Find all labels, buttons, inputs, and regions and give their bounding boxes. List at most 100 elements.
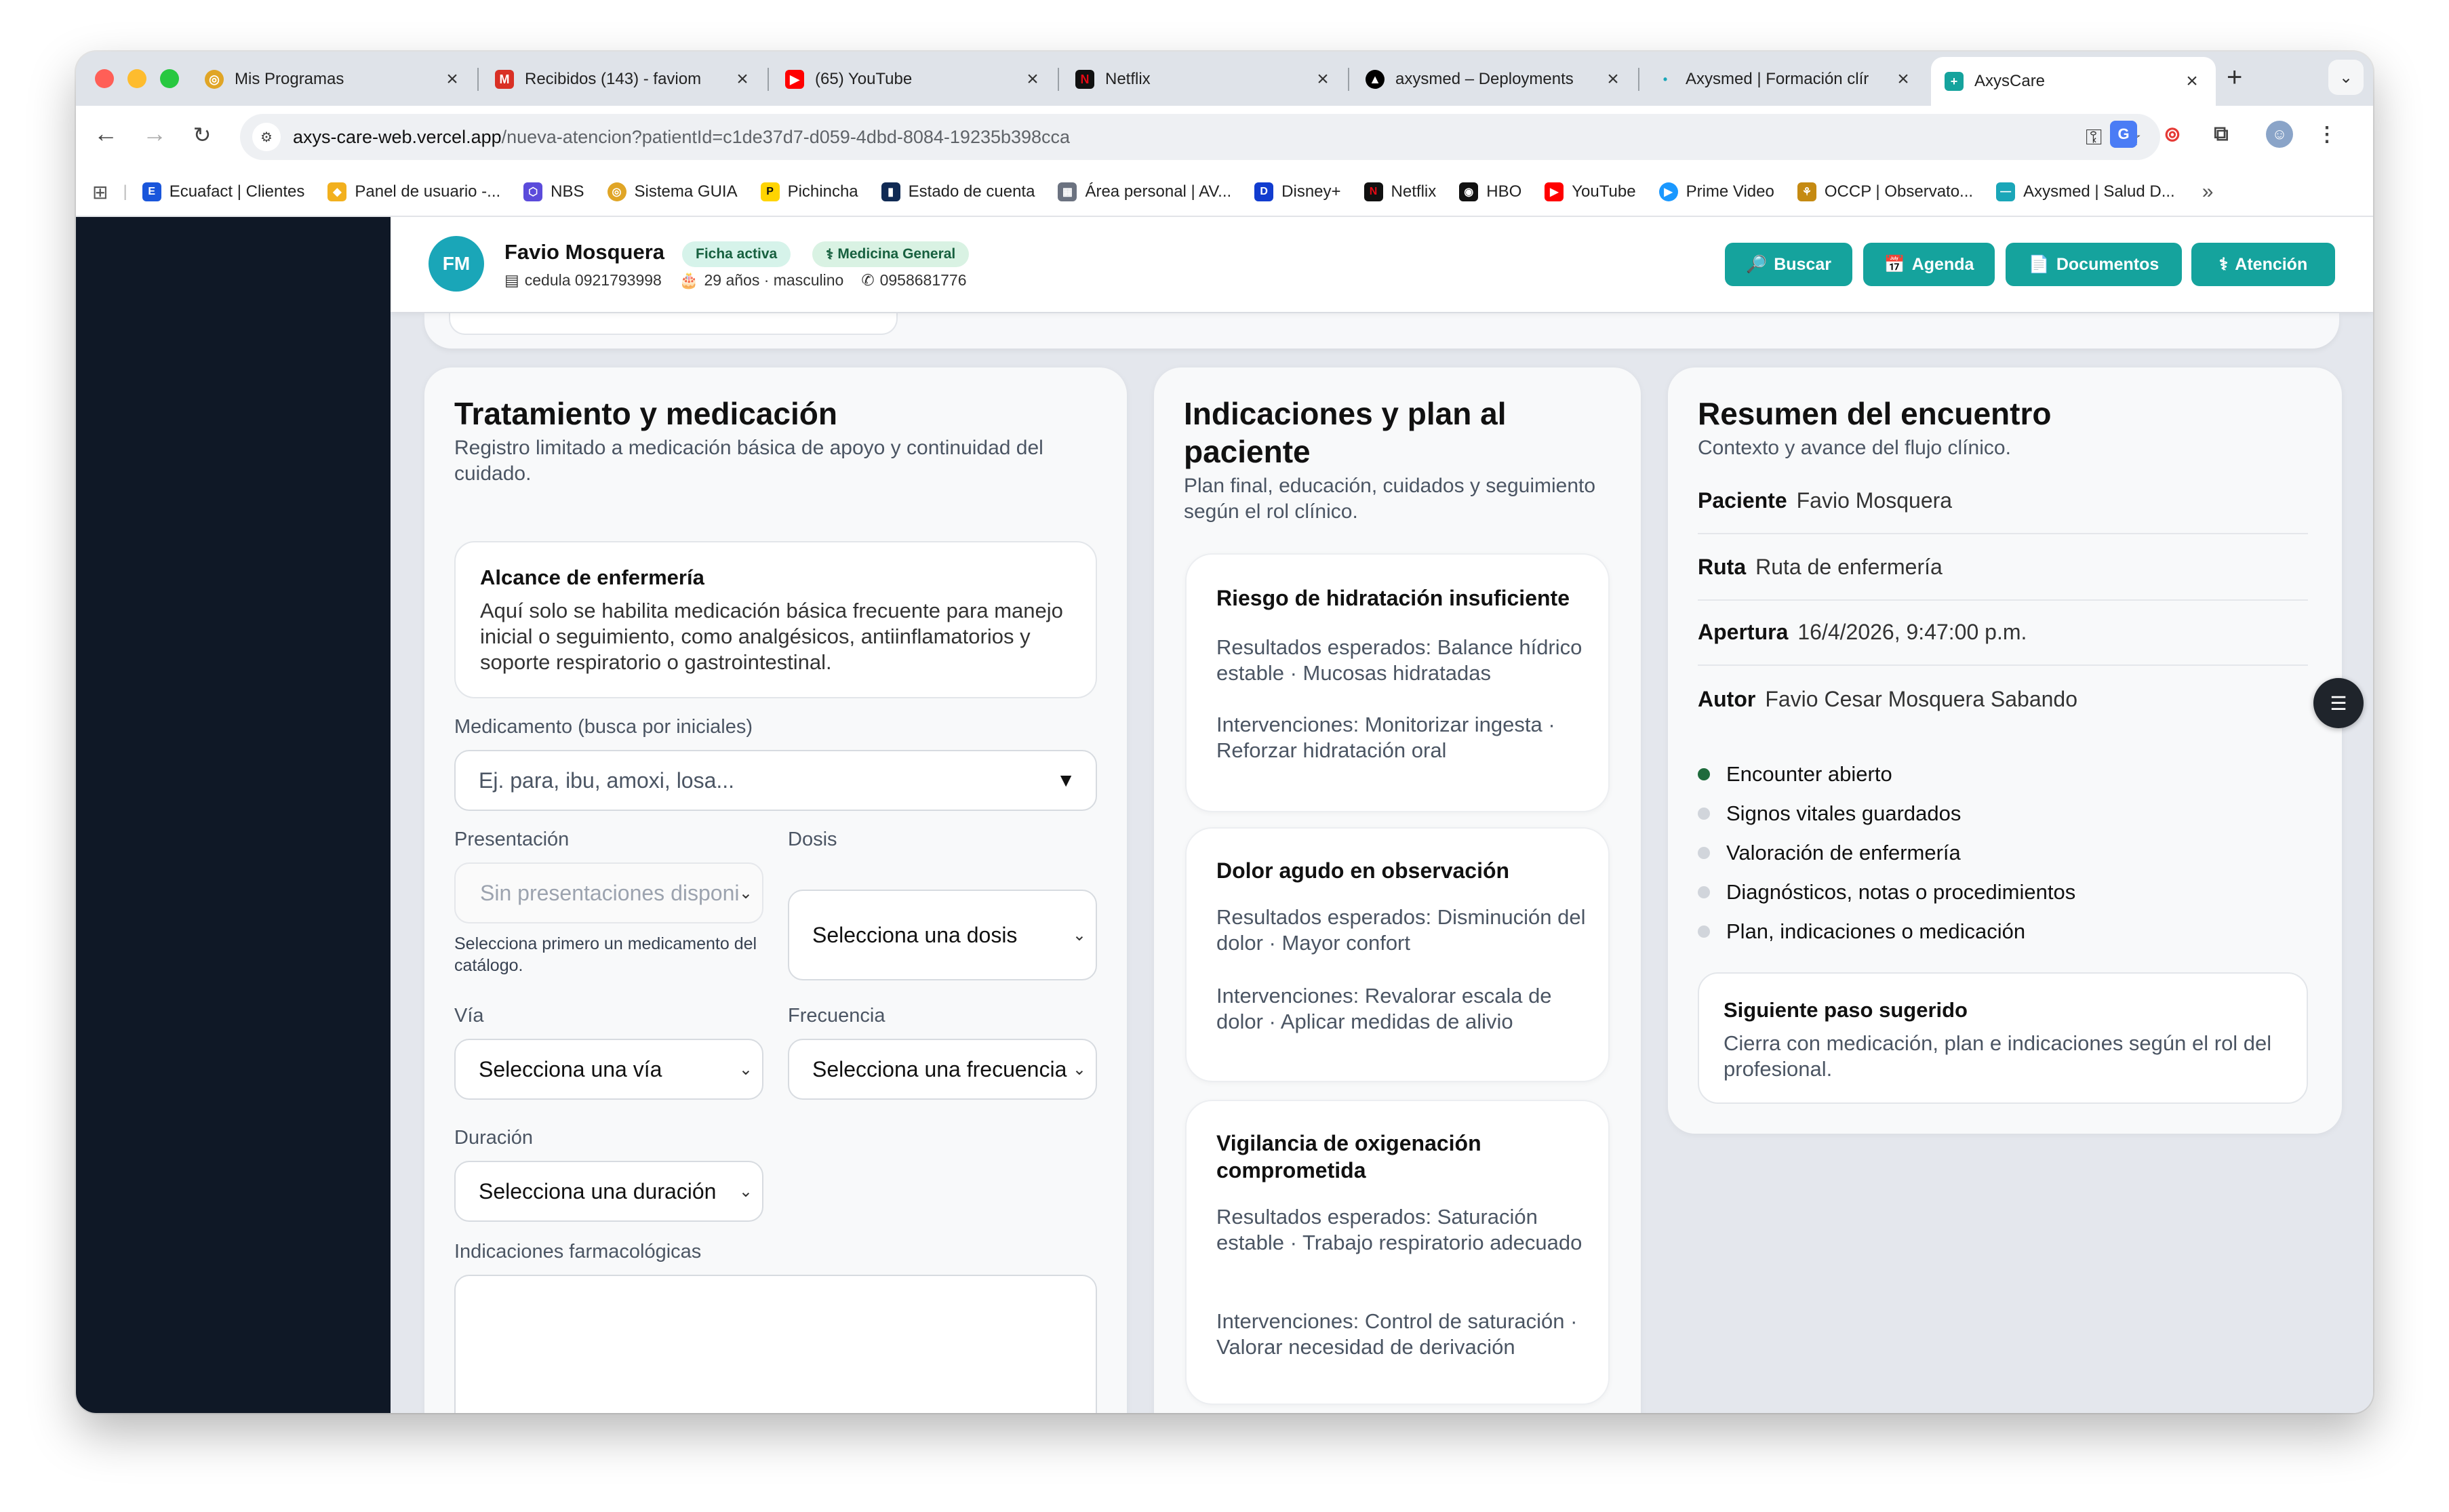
bookmark-item[interactable]: E Ecuafact | Clientes: [142, 182, 304, 201]
plan-item[interactable]: Dolor agudo en observación Resultados es…: [1185, 827, 1610, 1082]
step-label: Diagnósticos, notas o procedimientos: [1726, 880, 2076, 904]
bookmark-item[interactable]: ⚘ OCCP | Observato...: [1797, 182, 1973, 201]
plan-item[interactable]: Riesgo de hidratación insuficiente Resul…: [1185, 553, 1610, 812]
password-key-icon[interactable]: ⚿: [2086, 125, 2102, 151]
close-tab-icon[interactable]: ×: [442, 68, 462, 91]
patient-phone: ✆ 0958681776: [861, 271, 966, 290]
bookmark-item[interactable]: N Netflix: [1363, 182, 1436, 201]
main-content: FM Favio Mosquera Ficha activa ⚕ Medicina…: [391, 217, 2373, 1413]
menu-kebab-icon[interactable]: ⋮: [2313, 121, 2341, 148]
plan-item-title: Vigilancia de oxigenación comprometida: [1216, 1131, 1481, 1182]
search-button[interactable]: 🔎 Buscar: [1725, 243, 1852, 286]
treatment-subtitle: Registro limitado a medicación básica de…: [454, 437, 1043, 485]
patient-header: FM Favio Mosquera Ficha activa ⚕ Medicina…: [391, 217, 2373, 312]
frequency-select[interactable]: Selecciona una frecuencia ⌄: [788, 1039, 1097, 1100]
indications-textarea[interactable]: [454, 1275, 1097, 1413]
tab-axysmed-formacion[interactable]: • Axysmed | Formación clír ×: [1642, 58, 1927, 100]
new-tab-icon[interactable]: +: [2227, 62, 2242, 93]
summary-value: Favio Cesar Mosquera Sabando: [1765, 686, 2078, 711]
security-extension-icon[interactable]: ⊚: [2159, 121, 2186, 148]
bookmark-item[interactable]: ◉ HBO: [1459, 182, 1521, 201]
panel-icon: ◆: [327, 182, 347, 201]
tab-vercel[interactable]: ▲ axysmed – Deployments ×: [1352, 58, 1637, 100]
bookmark-label: Área personal | AV...: [1085, 182, 1232, 201]
tab-search-icon[interactable]: ⌄: [2328, 60, 2364, 95]
extensions-icon[interactable]: ⧉: [2208, 121, 2235, 148]
address-bar[interactable]: ⚙ axys-care-web.vercel.app/nueva-atencio…: [240, 114, 2160, 160]
maximize-window-button[interactable]: [160, 69, 179, 88]
plan-title: Indicaciones y plan al paciente: [1184, 396, 1507, 469]
stethoscope-icon: ⚕: [826, 246, 834, 262]
bookmark-item[interactable]: ⬡ NBS: [523, 182, 584, 201]
agenda-button[interactable]: 📅 Agenda: [1863, 243, 1995, 286]
floating-filter-button[interactable]: ☰: [2313, 678, 2364, 728]
calendar-icon: 📅: [1884, 254, 1905, 274]
step-pending-indicator: [1698, 808, 1710, 820]
profile-avatar[interactable]: ☺: [2266, 121, 2293, 148]
plan-item[interactable]: Vigilancia de oxigenación comprometida R…: [1185, 1100, 1610, 1405]
documents-button[interactable]: 📄 Documentos: [2006, 243, 2182, 286]
more-bookmarks-icon[interactable]: »: [2202, 180, 2214, 203]
apps-grid-icon[interactable]: ⊞: [92, 181, 108, 203]
progress-step: Encounter abierto: [1698, 762, 1892, 787]
scope-text: Aquí solo se habilita medicación básica …: [480, 599, 1063, 674]
vercel-icon: ▲: [1366, 70, 1385, 89]
reload-icon[interactable]: ↻: [186, 122, 218, 148]
tab-label: (65) YouTube: [815, 70, 913, 88]
site-settings-icon[interactable]: ⚙: [252, 123, 281, 151]
bookmark-label: YouTube: [1572, 182, 1636, 201]
duration-select[interactable]: Selecciona una duración ⌄: [454, 1161, 763, 1222]
translate-extension-icon[interactable]: G: [2110, 121, 2137, 148]
specialty-label: Medicina General: [837, 246, 956, 262]
forward-icon[interactable]: →: [138, 119, 171, 148]
close-tab-icon[interactable]: ×: [2182, 70, 2202, 93]
close-tab-icon[interactable]: ×: [1313, 68, 1333, 91]
bookmark-item[interactable]: ◆ Panel de usuario -...: [327, 182, 500, 201]
close-tab-icon[interactable]: ×: [1893, 68, 1913, 91]
bookmark-item[interactable]: P Pichincha: [760, 182, 858, 201]
bookmark-item[interactable]: ▮ Estado de cuenta: [881, 182, 1035, 201]
plan-card: Indicaciones y plan al paciente Plan fin…: [1154, 367, 1641, 1413]
dose-select[interactable]: Selecciona una dosis ⌄: [788, 890, 1097, 980]
bookmark-item[interactable]: ▶ Prime Video: [1658, 182, 1774, 201]
step-label: Encounter abierto: [1726, 762, 1892, 786]
bookmark-label: NBS: [551, 182, 584, 201]
progress-step: Diagnósticos, notas o procedimientos: [1698, 880, 2075, 904]
summary-label: Ruta: [1698, 554, 1747, 579]
plan-item-title: Dolor agudo en observación: [1216, 858, 1510, 883]
tab-netflix[interactable]: N Netflix ×: [1062, 58, 1347, 100]
bookmark-item[interactable]: — Axysmed | Salud D...: [1996, 182, 2175, 201]
bookmark-label: Pichincha: [787, 182, 858, 201]
bookmark-item[interactable]: D Disney+: [1254, 182, 1341, 201]
filter-list-icon: ☰: [2330, 692, 2347, 714]
cake-icon: 🎂: [679, 271, 699, 289]
close-tab-icon[interactable]: ×: [1603, 68, 1623, 91]
nbs-icon: ⬡: [523, 182, 543, 201]
close-tab-icon[interactable]: ×: [1022, 68, 1043, 91]
close-window-button[interactable]: [95, 69, 114, 88]
tab-youtube[interactable]: ▶ (65) YouTube ×: [772, 58, 1056, 100]
close-tab-icon[interactable]: ×: [732, 68, 753, 91]
search-button-label: Buscar: [1774, 254, 1831, 274]
tab-mis-programas[interactable]: ◎ Mis Programas ×: [191, 58, 476, 100]
presentation-select[interactable]: Sin presentaciones disponi ⌄: [454, 862, 763, 923]
plan-item-interventions: Intervenciones: Monitorizar ingesta · Re…: [1216, 713, 1555, 762]
tab-axyscare[interactable]: + AxysCare ×: [1931, 57, 2216, 106]
tab-gmail[interactable]: M Recibidos (143) - faviom ×: [481, 58, 766, 100]
progress-step: Valoración de enfermería: [1698, 841, 1961, 865]
bookmark-item[interactable]: ▶ YouTube: [1545, 182, 1636, 201]
minimize-window-button[interactable]: [127, 69, 146, 88]
next-step-box: Siguiente paso sugerido Cierra con medic…: [1698, 972, 2308, 1104]
medication-search-input[interactable]: Ej. para, ibu, amoxi, losa... ▼: [454, 750, 1097, 811]
step-label: Signos vitales guardados: [1726, 801, 1962, 825]
bookmark-item[interactable]: ▦ Área personal | AV...: [1058, 182, 1231, 201]
back-icon[interactable]: ←: [89, 119, 122, 148]
document-icon: 📄: [2028, 254, 2050, 274]
route-select[interactable]: Selecciona una vía ⌄: [454, 1039, 763, 1100]
summary-subtitle: Contexto y avance del flujo clínico.: [1698, 437, 2011, 459]
pichincha-icon: P: [760, 182, 780, 201]
attention-button[interactable]: ⚕ Atención: [2191, 243, 2335, 286]
step-pending-indicator: [1698, 926, 1710, 938]
bookmark-item[interactable]: ◎ Sistema GUIA: [607, 182, 738, 201]
status-badge: Ficha activa: [682, 241, 791, 267]
